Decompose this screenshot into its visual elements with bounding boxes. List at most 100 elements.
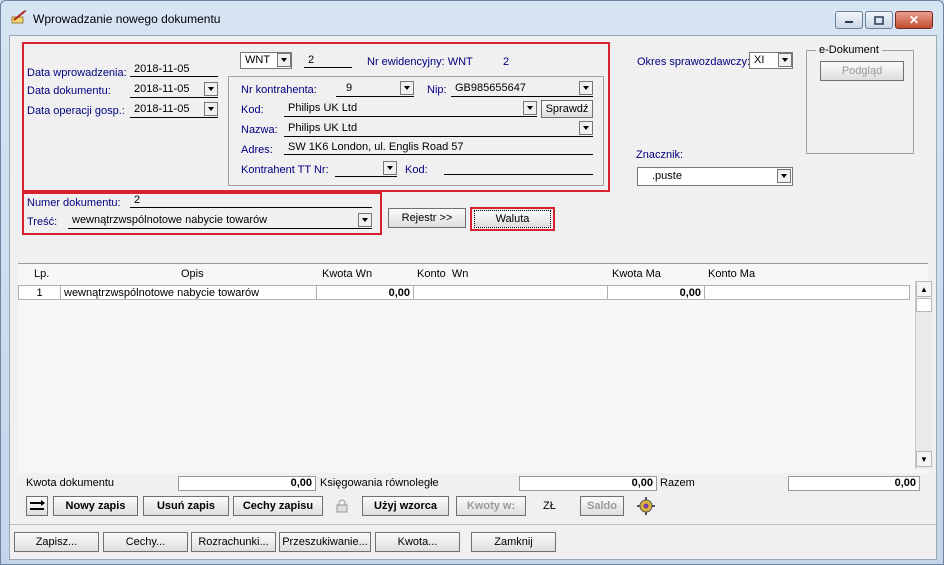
nip-field[interactable]: GB985655647 — [451, 81, 593, 97]
menu-toggle-button[interactable] — [26, 496, 48, 516]
document-type-select[interactable]: WNT — [240, 52, 292, 69]
kwota-button[interactable]: Kwota... — [375, 532, 460, 552]
row-konto-ma[interactable] — [704, 285, 910, 300]
edokument-legend: e-Dokument — [816, 44, 882, 56]
entries-grid: Lp. Opis Kwota Wn Konto Wn Kwota Ma Kont… — [18, 263, 932, 473]
rozrachunki-button[interactable]: Rozrachunki... — [191, 532, 276, 552]
tresc-value: wewnątrzwspólnotowe nabycie towarów — [72, 214, 268, 226]
document-number-field[interactable]: 2 — [304, 54, 352, 68]
data-operacji-field[interactable]: 2018-11-05 — [130, 102, 218, 118]
podglad-button[interactable]: Podgląd — [820, 61, 904, 81]
znacznik-select[interactable]: .puste — [637, 167, 793, 186]
row-opis[interactable]: wewnątrzwspólnotowe nabycie towarów — [60, 285, 317, 300]
kwota-dokumentu-label: Kwota dokumentu — [26, 477, 115, 489]
okres-select[interactable]: XI — [749, 52, 793, 69]
waluta-button-label: Waluta — [495, 213, 530, 225]
nr-kontrahenta-label: Nr kontrahenta: — [241, 84, 317, 96]
nazwa-label: Nazwa: — [241, 124, 278, 136]
waluta-button[interactable]: Waluta — [474, 210, 551, 228]
row-kwota-ma[interactable]: 0,00 — [607, 285, 705, 300]
maximize-icon — [874, 15, 884, 25]
saldo-button[interactable]: Saldo — [580, 496, 624, 516]
zamknij-button[interactable]: Zamknij — [471, 532, 556, 552]
rejestr-button-label: Rejestr >> — [401, 212, 453, 224]
kod-field[interactable]: Philips UK Ltd — [284, 101, 537, 117]
nr-ewidencyjny-value: 2 — [503, 56, 510, 68]
cechy-zapisu-label: Cechy zapisu — [242, 500, 314, 512]
cechy-label: Cechy... — [125, 536, 166, 548]
col-header-kwota-ma: Kwota Ma — [612, 268, 661, 280]
minimize-icon — [845, 21, 853, 23]
data-dokumentu-field[interactable]: 2018-11-05 — [130, 82, 218, 98]
chevron-down-icon[interactable] — [778, 53, 792, 67]
kwota-label: Kwota... — [397, 536, 438, 548]
data-operacji-label: Data operacji gosp.: — [27, 105, 125, 117]
ksiegowania-value: 0,00 — [519, 476, 657, 491]
zapisz-button[interactable]: Zapisz... — [14, 532, 99, 552]
scroll-thumb[interactable] — [916, 298, 932, 312]
form-client-area: Data wprowadzenia: 2018-11-05 Data dokum… — [9, 35, 937, 560]
adres-label: Adres: — [241, 144, 273, 156]
usun-zapis-button[interactable]: Usuń zapis — [143, 496, 229, 516]
row-konto-wn[interactable] — [413, 285, 608, 300]
podglad-button-label: Podgląd — [841, 65, 883, 77]
uzyj-wzorca-button[interactable]: Użyj wzorca — [362, 496, 449, 516]
row-lp[interactable]: 1 — [18, 285, 61, 300]
zapisz-label: Zapisz... — [35, 536, 78, 548]
scroll-up-icon[interactable]: ▲ — [916, 281, 932, 297]
nazwa-field[interactable]: Philips UK Ltd — [284, 121, 593, 137]
close-button[interactable]: ✕ — [895, 11, 933, 29]
document-type-value: WNT — [245, 54, 271, 66]
przeszukiwanie-button[interactable]: Przeszukiwanie... — [279, 532, 371, 552]
col-header-konto-wn: Konto Wn — [417, 268, 469, 280]
chevron-down-icon[interactable] — [277, 53, 291, 67]
kontrahent-tt-field[interactable] — [335, 161, 397, 177]
cechy-zapisu-button[interactable]: Cechy zapisu — [233, 496, 323, 516]
chevron-down-icon[interactable] — [579, 81, 593, 95]
kod2-field[interactable] — [444, 161, 593, 175]
window-title: Wprowadzanie nowego dokumentu — [33, 12, 221, 26]
nr-kontrahenta-value: 9 — [346, 82, 353, 94]
maximize-button[interactable] — [865, 11, 893, 29]
grid-scrollbar[interactable]: ▲ ▼ — [915, 281, 932, 469]
adres-field[interactable]: SW 1K6 London, ul. Englis Road 57 — [284, 141, 593, 155]
chevron-down-icon[interactable] — [204, 82, 218, 96]
chevron-down-icon[interactable] — [358, 213, 372, 227]
data-dokumentu-value: 2018-11-05 — [134, 83, 190, 95]
rejestr-button[interactable]: Rejestr >> — [388, 208, 466, 228]
kwota-dokumentu-value: 0,00 — [178, 476, 316, 491]
lock-icon[interactable] — [335, 499, 349, 513]
sprawdz-button[interactable]: Sprawdź — [541, 100, 593, 118]
main-window: Wprowadzanie nowego dokumentu ✕ Data wpr… — [0, 0, 944, 565]
nr-kontrahenta-field[interactable]: 9 — [336, 81, 414, 97]
chevron-down-icon[interactable] — [383, 161, 397, 175]
chevron-down-icon[interactable] — [523, 101, 537, 115]
nazwa-value: Philips UK Ltd — [288, 122, 358, 134]
data-wprowadzenia-field[interactable]: 2018-11-05 — [130, 63, 218, 77]
usun-zapis-label: Usuń zapis — [156, 500, 216, 512]
numer-dokumentu-field[interactable]: 2 — [130, 194, 372, 208]
cechy-button[interactable]: Cechy... — [103, 532, 188, 552]
kwoty-w-button[interactable]: Kwoty w: — [456, 496, 526, 516]
kwoty-w-label: Kwoty w: — [466, 500, 516, 512]
scroll-down-icon[interactable]: ▼ — [916, 451, 932, 467]
bottom-action-bar: Zapisz... Cechy... Rozrachunki... Przesz… — [10, 524, 936, 559]
minimize-button[interactable] — [835, 11, 863, 29]
zamknij-label: Zamknij — [494, 536, 533, 548]
rozrachunki-label: Rozrachunki... — [198, 536, 269, 548]
chevron-down-icon[interactable] — [579, 121, 593, 135]
kod-label: Kod: — [241, 104, 264, 116]
settings-gear-icon[interactable] — [637, 497, 655, 515]
chevron-down-icon[interactable] — [777, 169, 791, 183]
przeszukiwanie-label: Przeszukiwanie... — [282, 536, 368, 548]
nowy-zapis-button[interactable]: Nowy zapis — [53, 496, 138, 516]
nip-label: Nip: — [427, 84, 447, 96]
data-operacji-value: 2018-11-05 — [134, 103, 190, 115]
pen-document-icon — [11, 10, 27, 24]
chevron-down-icon[interactable] — [204, 102, 218, 116]
row-kwota-wn[interactable]: 0,00 — [316, 285, 414, 300]
znacznik-label: Znacznik: — [636, 149, 684, 161]
kod2-label: Kod: — [405, 164, 428, 176]
tresc-field[interactable]: wewnątrzwspólnotowe nabycie towarów — [68, 213, 372, 229]
chevron-down-icon[interactable] — [400, 81, 414, 95]
